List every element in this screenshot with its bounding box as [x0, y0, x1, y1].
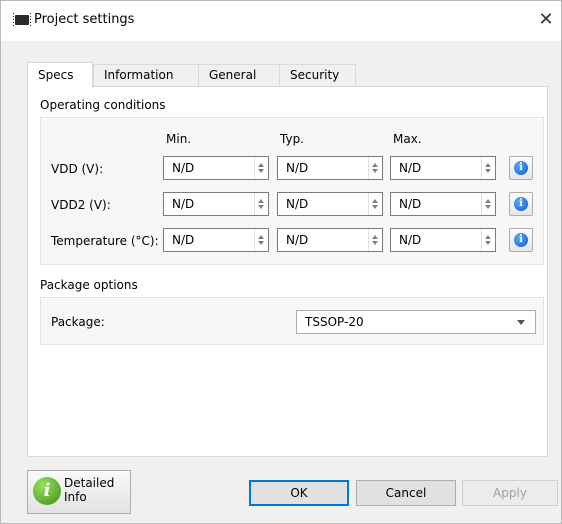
vdd-max-spinbox[interactable]: N/D — [390, 156, 496, 180]
vdd2-typ-spinbox[interactable]: N/D — [277, 192, 383, 216]
operating-conditions-title: Operating conditions — [40, 98, 166, 112]
tab-information[interactable]: Information — [93, 64, 199, 86]
cancel-button[interactable]: Cancel — [356, 480, 456, 506]
package-label: Package: — [51, 315, 105, 329]
temperature-info-button[interactable]: i — [509, 228, 533, 252]
package-select[interactable]: TSSOP-20 — [296, 310, 536, 334]
close-icon[interactable]: ✕ — [531, 1, 561, 37]
spin-value: N/D — [172, 197, 195, 211]
ok-button[interactable]: OK — [249, 480, 349, 506]
spin-arrows-icon[interactable] — [254, 157, 268, 179]
spin-value: N/D — [399, 161, 422, 175]
info-icon: i — [514, 161, 528, 175]
info-icon: i — [514, 197, 528, 211]
title-bar: Project settings ✕ — [1, 1, 561, 41]
detailed-info-label: Detailed Info — [64, 476, 128, 504]
vdd-info-button[interactable]: i — [509, 156, 533, 180]
detailed-info-button[interactable]: i Detailed Info — [27, 470, 131, 514]
info-green-icon: i — [33, 477, 61, 505]
window-title: Project settings — [34, 12, 135, 27]
column-min: Min. — [166, 132, 192, 146]
tab-general[interactable]: General — [198, 64, 280, 86]
info-icon: i — [514, 233, 528, 247]
temperature-typ-spinbox[interactable]: N/D — [277, 228, 383, 252]
spin-arrows-icon[interactable] — [481, 157, 495, 179]
row-label-temperature: Temperature (°C): — [51, 234, 159, 248]
temperature-min-spinbox[interactable]: N/D — [163, 228, 269, 252]
spin-arrows-icon[interactable] — [254, 229, 268, 251]
package-options-title: Package options — [40, 278, 138, 292]
spin-value: N/D — [286, 197, 309, 211]
spin-value: N/D — [172, 233, 195, 247]
apply-button[interactable]: Apply — [462, 480, 558, 506]
chip-icon — [13, 13, 31, 27]
package-select-value: TSSOP-20 — [305, 315, 364, 329]
spin-arrows-icon[interactable] — [368, 229, 382, 251]
spin-value: N/D — [399, 197, 422, 211]
spin-value: N/D — [286, 161, 309, 175]
vdd2-info-button[interactable]: i — [509, 192, 533, 216]
spin-value: N/D — [172, 161, 195, 175]
row-label-vdd: VDD (V): — [51, 162, 104, 176]
tab-security[interactable]: Security — [279, 64, 356, 86]
vdd2-max-spinbox[interactable]: N/D — [390, 192, 496, 216]
chevron-down-icon[interactable] — [517, 320, 525, 325]
spin-arrows-icon[interactable] — [254, 193, 268, 215]
temperature-max-spinbox[interactable]: N/D — [390, 228, 496, 252]
detailed-info-line1: Detailed — [64, 476, 115, 490]
spin-value: N/D — [399, 233, 422, 247]
vdd-typ-spinbox[interactable]: N/D — [277, 156, 383, 180]
column-max: Max. — [393, 132, 422, 146]
column-typ: Typ. — [280, 132, 304, 146]
vdd2-min-spinbox[interactable]: N/D — [163, 192, 269, 216]
spin-arrows-icon[interactable] — [481, 193, 495, 215]
vdd-min-spinbox[interactable]: N/D — [163, 156, 269, 180]
project-settings-dialog: Project settings ✕ Specs Information Gen… — [0, 0, 562, 524]
spin-arrows-icon[interactable] — [368, 193, 382, 215]
tab-specs[interactable]: Specs — [27, 62, 93, 88]
row-label-vdd2: VDD2 (V): — [51, 198, 111, 212]
spin-arrows-icon[interactable] — [368, 157, 382, 179]
spin-value: N/D — [286, 233, 309, 247]
spin-arrows-icon[interactable] — [481, 229, 495, 251]
detailed-info-line2: Info — [64, 490, 87, 504]
